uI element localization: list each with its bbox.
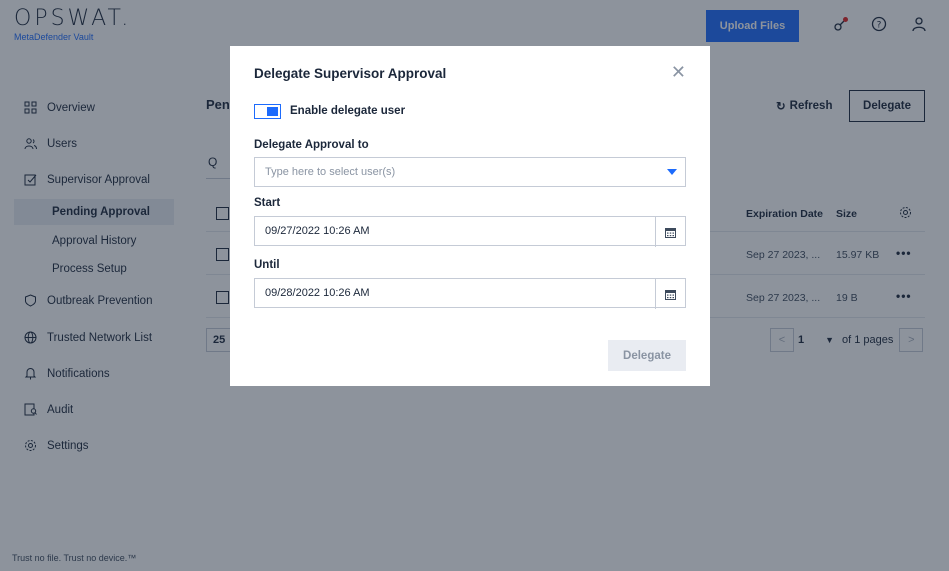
- app-page: OPSWAT. MetaDefender Vault Upload Files …: [0, 0, 949, 571]
- start-label: Start: [254, 197, 281, 209]
- calendar-icon[interactable]: [655, 279, 685, 309]
- toggle-knob: [267, 107, 278, 116]
- until-label: Until: [254, 259, 280, 271]
- delegate-user-placeholder: Type here to select user(s): [265, 166, 396, 178]
- enable-delegate-toggle[interactable]: [254, 104, 281, 119]
- start-date-field[interactable]: 09/27/2022 10:26 AM: [254, 216, 686, 247]
- calendar-icon[interactable]: [655, 217, 685, 247]
- enable-delegate-label: Enable delegate user: [290, 105, 406, 117]
- dialog-delegate-button[interactable]: Delegate: [608, 340, 686, 371]
- until-date-field[interactable]: 09/28/2022 10:26 AM: [254, 278, 686, 309]
- chevron-down-icon[interactable]: [667, 169, 677, 175]
- close-icon[interactable]: ✕: [671, 62, 686, 83]
- delegate-user-select[interactable]: Type here to select user(s): [254, 157, 686, 187]
- delegate-approval-dialog: Delegate Supervisor Approval ✕ Enable de…: [230, 46, 710, 386]
- until-date-value: 09/28/2022 10:26 AM: [265, 287, 370, 299]
- dialog-title: Delegate Supervisor Approval: [254, 66, 447, 81]
- delegate-to-label: Delegate Approval to: [254, 139, 369, 151]
- start-date-value: 09/27/2022 10:26 AM: [265, 225, 370, 237]
